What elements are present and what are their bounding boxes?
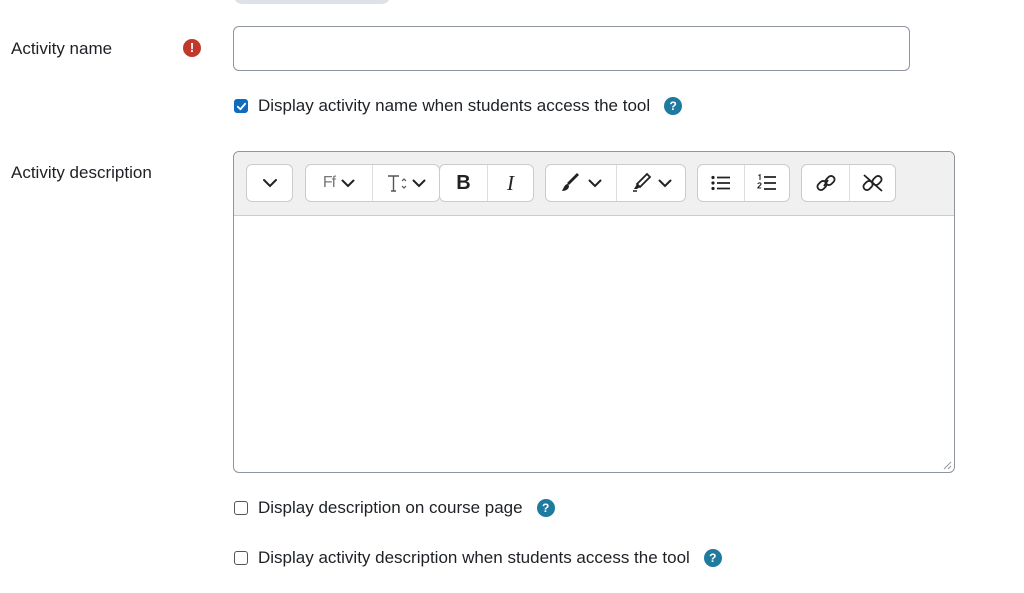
display-name-row: Display activity name when students acce… — [234, 96, 683, 116]
highlight-icon — [633, 173, 652, 192]
numbered-list-icon — [757, 174, 776, 190]
previous-element-edge — [234, 0, 390, 4]
toolbar-group-color — [545, 164, 686, 202]
chevron-down-icon — [588, 179, 602, 187]
activity-description-label: Activity description — [11, 163, 152, 182]
numbered-list-button[interactable] — [744, 165, 789, 201]
display-name-label[interactable]: Display activity name when students acce… — [258, 96, 650, 116]
display-description-label[interactable]: Display activity description when studen… — [258, 548, 690, 568]
display-description-row: Display activity description when studen… — [234, 548, 722, 568]
bold-icon: B — [456, 171, 471, 194]
font-family-icon: Ff — [322, 174, 336, 191]
link-button[interactable] — [802, 165, 849, 201]
text-color-icon — [562, 173, 579, 191]
text-color-button[interactable] — [546, 165, 616, 201]
editor-content-area[interactable] — [234, 216, 954, 472]
bold-button[interactable]: B — [440, 165, 487, 201]
italic-button[interactable]: I — [487, 165, 533, 201]
chevron-down-icon — [262, 179, 277, 188]
resize-handle-icon[interactable] — [942, 460, 952, 470]
font-size-icon — [388, 175, 407, 192]
question-circle-icon[interactable]: ? — [664, 97, 683, 115]
highlight-button[interactable] — [616, 165, 685, 201]
activity-name-label: Activity name — [11, 39, 113, 58]
menu-toggle-button[interactable] — [247, 165, 292, 201]
toolbar-group-menu — [246, 164, 293, 202]
editor-toolbar: Ff B I — [234, 152, 954, 216]
bullet-list-icon — [711, 175, 730, 191]
question-circle-icon[interactable]: ? — [536, 499, 555, 517]
rich-text-editor: Ff B I — [233, 151, 955, 473]
check-icon — [236, 102, 246, 110]
toolbar-group-font: Ff — [305, 164, 440, 202]
font-family-button[interactable]: Ff — [306, 165, 372, 201]
show-description-label[interactable]: Display description on course page — [258, 498, 523, 518]
show-description-row: Display description on course page ? — [234, 498, 555, 518]
display-description-checkbox[interactable] — [234, 551, 248, 565]
toolbar-group-lists — [697, 164, 790, 202]
italic-icon: I — [507, 170, 514, 195]
unlink-icon — [862, 174, 883, 192]
chevron-down-icon — [658, 179, 672, 187]
toolbar-group-format: B I — [439, 164, 534, 202]
unlink-button[interactable] — [849, 165, 895, 201]
exclamation-circle-icon: ! — [183, 39, 201, 57]
link-icon — [816, 175, 835, 191]
font-size-button[interactable] — [372, 165, 439, 201]
activity-name-input[interactable] — [233, 26, 910, 71]
show-description-checkbox[interactable] — [234, 501, 248, 515]
bullet-list-button[interactable] — [698, 165, 744, 201]
chevron-down-icon — [412, 179, 426, 187]
activity-settings-form: Activity name ! Display activity name wh… — [0, 0, 1024, 593]
display-name-checkbox[interactable] — [234, 99, 248, 113]
toolbar-group-links — [801, 164, 896, 202]
chevron-down-icon — [341, 179, 355, 187]
question-circle-icon[interactable]: ? — [703, 549, 722, 567]
